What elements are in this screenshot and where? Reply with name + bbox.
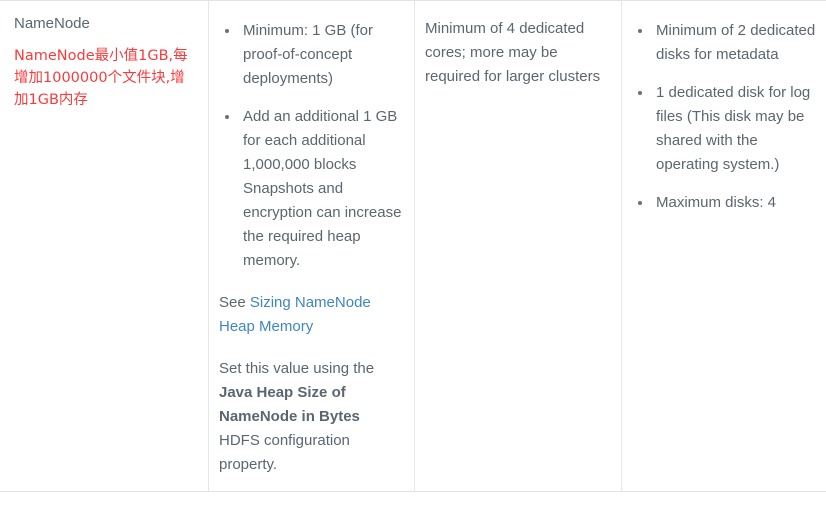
bullet-dot-icon (638, 91, 642, 95)
list-item-label: Minimum of 2 dedicated disks for metadat… (656, 22, 816, 63)
list-item-label: Maximum disks: 4 (656, 194, 777, 211)
cell-role-inner: NameNode NameNode最小值1GB,每增加1000000个文件块,增… (0, 1, 208, 125)
list-item-label: Minimum: 1 GB (for proof-of-concept depl… (243, 22, 374, 87)
cell-cpu-inner: Minimum of 4 dedicated cores; more may b… (415, 1, 621, 103)
list-item: 1 dedicated disk for log files (This dis… (632, 81, 817, 177)
cpu-requirement-text: Minimum of 4 dedicated cores; more may b… (425, 20, 601, 85)
bullet-dot-icon (638, 29, 642, 33)
bullet-dot-icon (225, 29, 229, 33)
list-item: Maximum disks: 4 (632, 191, 817, 215)
bullet-dot-icon (225, 115, 229, 119)
cell-role: NameNode NameNode最小值1GB,每增加1000000个文件块,增… (0, 0, 209, 492)
page-title: NameNode (14, 15, 90, 32)
configuration-property-paragraph: Set this value using the Java Heap Size … (219, 357, 402, 477)
cell-cpu: Minimum of 4 dedicated cores; more may b… (414, 0, 622, 492)
property-prefix-text: Set this value using the (219, 360, 375, 377)
property-suffix-text: HDFS configuration property. (219, 432, 350, 473)
requirements-table: NameNode NameNode最小值1GB,每增加1000000个文件块,增… (0, 0, 826, 492)
list-item: Minimum: 1 GB (for proof-of-concept depl… (219, 19, 402, 91)
disk-bullet-list: Minimum of 2 dedicated disks for metadat… (632, 19, 817, 215)
list-item: Add an additional 1 GB for each addition… (219, 105, 402, 273)
list-item-label: 1 dedicated disk for log files (This dis… (656, 84, 811, 173)
cell-memory: Minimum: 1 GB (for proof-of-concept depl… (208, 0, 415, 492)
see-also-prefix: See (219, 294, 250, 311)
see-also-paragraph: See Sizing NameNode Heap Memory (219, 291, 402, 339)
list-item-label: Add an additional 1 GB for each addition… (243, 108, 402, 269)
memory-bullet-list: Minimum: 1 GB (for proof-of-concept depl… (219, 19, 402, 273)
list-item: Minimum of 2 dedicated disks for metadat… (632, 19, 817, 67)
bullet-dot-icon (638, 201, 642, 205)
table-row: NameNode NameNode最小值1GB,每增加1000000个文件块,增… (0, 0, 826, 492)
cell-memory-inner: Minimum: 1 GB (for proof-of-concept depl… (209, 1, 414, 491)
property-name-bold: Java Heap Size of NameNode in Bytes (219, 384, 360, 425)
cell-disk: Minimum of 2 dedicated disks for metadat… (621, 0, 826, 492)
cell-disk-inner: Minimum of 2 dedicated disks for metadat… (622, 1, 826, 229)
annotation-note-chinese: NameNode最小值1GB,每增加1000000个文件块,增加1GB内存 (14, 48, 188, 108)
